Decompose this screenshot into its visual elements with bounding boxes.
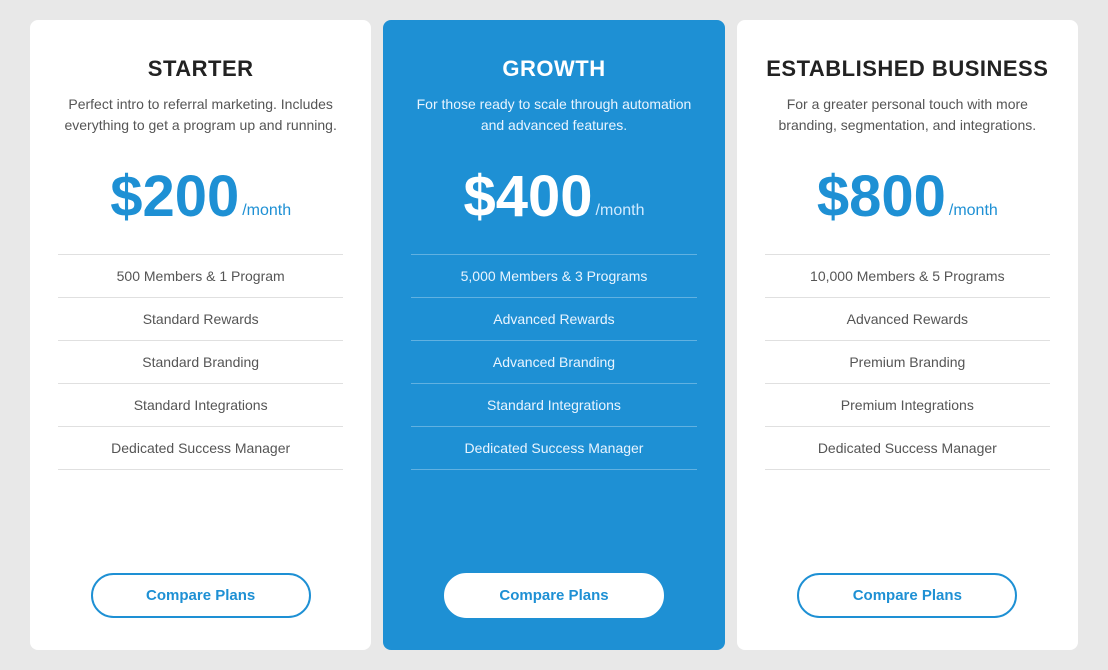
plan-title-established: ESTABLISHED BUSINESS bbox=[766, 56, 1048, 82]
list-item: Standard Rewards bbox=[58, 298, 343, 341]
compare-plans-button-growth[interactable]: Compare Plans bbox=[444, 573, 664, 618]
features-list-starter: 500 Members & 1 ProgramStandard RewardsS… bbox=[58, 254, 343, 541]
plan-card-growth: GROWTH For those ready to scale through a… bbox=[383, 20, 724, 650]
list-item: Standard Integrations bbox=[411, 384, 696, 427]
compare-plans-button-established[interactable]: Compare Plans bbox=[797, 573, 1017, 618]
list-item: Advanced Branding bbox=[411, 341, 696, 384]
features-list-growth: 5,000 Members & 3 ProgramsAdvanced Rewar… bbox=[411, 254, 696, 541]
plan-description-established: For a greater personal touch with more b… bbox=[765, 94, 1050, 148]
plan-title-starter: STARTER bbox=[148, 56, 254, 82]
plan-price-growth: $400/month bbox=[464, 168, 645, 226]
list-item: Advanced Rewards bbox=[765, 298, 1050, 341]
list-item: Dedicated Success Manager bbox=[58, 427, 343, 470]
plan-card-starter: STARTER Perfect intro to referral marketi… bbox=[30, 20, 371, 650]
price-amount-established: $800 bbox=[817, 168, 946, 226]
list-item: Standard Integrations bbox=[58, 384, 343, 427]
list-item: 10,000 Members & 5 Programs bbox=[765, 254, 1050, 298]
plan-title-growth: GROWTH bbox=[502, 56, 605, 82]
features-list-established: 10,000 Members & 5 ProgramsAdvanced Rewa… bbox=[765, 254, 1050, 541]
price-period-starter: /month bbox=[242, 202, 291, 220]
plan-description-growth: For those ready to scale through automat… bbox=[411, 94, 696, 148]
price-amount-starter: $200 bbox=[110, 168, 239, 226]
list-item: Dedicated Success Manager bbox=[765, 427, 1050, 470]
list-item: Advanced Rewards bbox=[411, 298, 696, 341]
list-item: 5,000 Members & 3 Programs bbox=[411, 254, 696, 298]
plan-card-established: ESTABLISHED BUSINESS For a greater person… bbox=[737, 20, 1078, 650]
list-item: Dedicated Success Manager bbox=[411, 427, 696, 470]
price-period-established: /month bbox=[949, 202, 998, 220]
compare-plans-button-starter[interactable]: Compare Plans bbox=[91, 573, 311, 618]
price-amount-growth: $400 bbox=[464, 168, 593, 226]
list-item: 500 Members & 1 Program bbox=[58, 254, 343, 298]
list-item: Premium Integrations bbox=[765, 384, 1050, 427]
price-period-growth: /month bbox=[596, 202, 645, 220]
list-item: Standard Branding bbox=[58, 341, 343, 384]
plan-price-starter: $200/month bbox=[110, 168, 291, 226]
list-item: Premium Branding bbox=[765, 341, 1050, 384]
plan-description-starter: Perfect intro to referral marketing. Inc… bbox=[58, 94, 343, 148]
plan-price-established: $800/month bbox=[817, 168, 998, 226]
pricing-container: STARTER Perfect intro to referral marketi… bbox=[24, 20, 1084, 650]
